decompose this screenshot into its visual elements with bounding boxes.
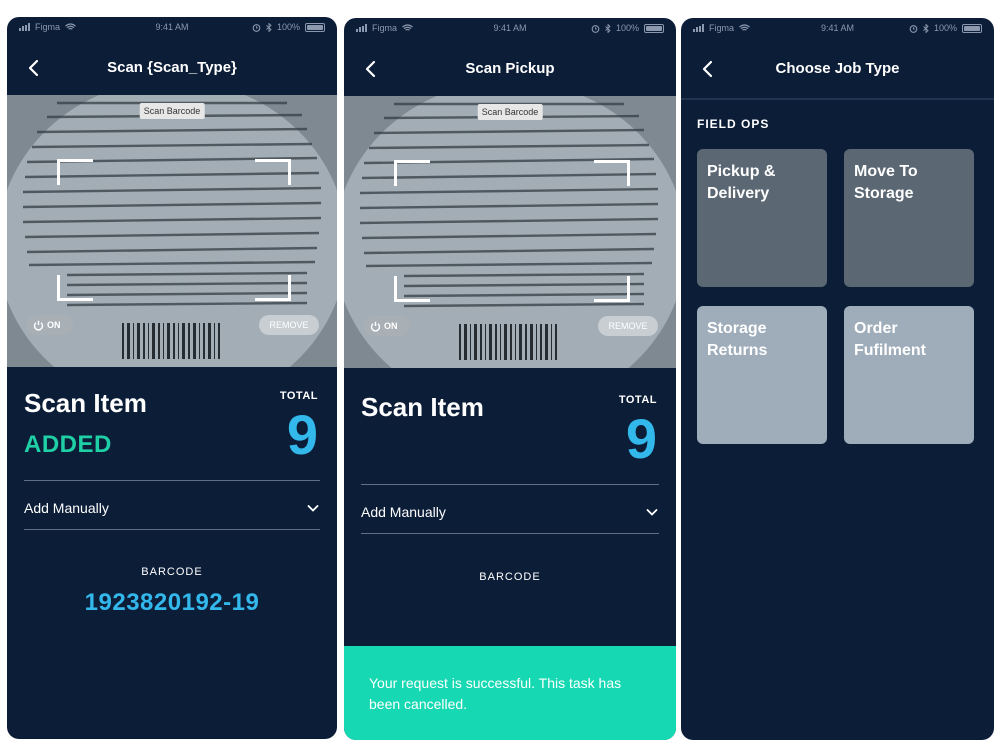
battery-percent: 100% <box>276 22 300 32</box>
battery-percent: 100% <box>933 23 957 33</box>
page-title: Scan {Scan_Type} <box>107 59 237 76</box>
tile-label-line1: Pickup & <box>707 163 776 180</box>
scan-barcode-tag: Scan Barcode <box>477 104 543 120</box>
battery-icon <box>962 23 982 33</box>
viewfinder-corner-bl <box>57 275 93 301</box>
bluetooth-icon <box>266 22 272 32</box>
nav-bar: Choose Job Type <box>681 56 994 82</box>
alarm-icon <box>252 23 261 32</box>
viewfinder-corner-tl <box>394 160 430 186</box>
tile-label-line1: Storage <box>707 320 767 337</box>
add-manually-label: Add Manually <box>24 500 109 516</box>
divider <box>24 480 320 481</box>
battery-icon <box>644 23 664 33</box>
tile-label-line2: Returns <box>707 342 768 359</box>
scan-item-title: Scan Item <box>24 388 147 418</box>
add-manually-dropdown[interactable]: Add Manually <box>361 499 659 525</box>
total-count: 9 <box>286 403 318 466</box>
remove-button[interactable]: REMOVE <box>259 315 319 335</box>
viewfinder-corner-tr <box>255 159 291 185</box>
added-status: ADDED <box>24 431 112 458</box>
camera-viewfinder[interactable]: Scan Barcode ON REMOVE <box>344 96 676 368</box>
remove-button[interactable]: REMOVE <box>598 316 658 336</box>
battery-percent: 100% <box>615 23 639 33</box>
viewfinder-corner-bl <box>394 276 430 302</box>
job-tile-storage-returns[interactable]: Storage Returns <box>697 306 827 444</box>
scan-screen-added: Figma 9:41 AM 100% Scan {Scan_Type} Scan… <box>7 17 337 739</box>
job-tile-order-fulfilment[interactable]: Order Fufilment <box>844 306 974 444</box>
page-title: Scan Pickup <box>465 60 555 77</box>
viewfinder-corner-tl <box>57 159 93 185</box>
tile-label-line2: Delivery <box>707 185 770 202</box>
power-icon <box>370 321 381 332</box>
tile-label-line1: Move To <box>854 163 918 180</box>
total-label: TOTAL <box>279 390 318 402</box>
camera-viewfinder[interactable]: Scan Barcode ON REMOVE <box>7 95 337 367</box>
status-bar: Figma 9:41 AM 100% <box>344 18 676 38</box>
viewfinder-corner-br <box>255 275 291 301</box>
viewfinder-corner-br <box>594 276 630 302</box>
scan-screen-toast: Figma 9:41 AM 100% Scan Pickup Scan Barc… <box>344 18 676 740</box>
nav-divider <box>681 98 994 100</box>
flash-toggle-label: ON <box>47 320 61 330</box>
choose-job-type-screen: Figma 9:41 AM 100% Choose Job Type FIELD… <box>681 18 994 740</box>
toast-message: Your request is successful. This task ha… <box>369 675 622 712</box>
page-title: Choose Job Type <box>775 60 900 77</box>
tile-label-line2: Storage <box>854 185 914 202</box>
nav-bar: Scan Pickup <box>344 56 676 82</box>
success-toast[interactable]: Your request is successful. This task ha… <box>344 646 676 740</box>
tile-label-line1: Order <box>854 320 898 337</box>
job-tile-move-to-storage[interactable]: Move To Storage <box>844 149 974 287</box>
total-label: TOTAL <box>618 394 657 406</box>
nav-bar: Scan {Scan_Type} <box>7 55 337 81</box>
barcode-label: BARCODE <box>141 566 203 578</box>
total-count: 9 <box>625 407 657 470</box>
add-manually-label: Add Manually <box>361 504 446 520</box>
viewfinder-corner-tr <box>594 160 630 186</box>
bluetooth-icon <box>605 23 611 33</box>
battery-icon <box>305 22 325 32</box>
section-label-field-ops: FIELD OPS <box>697 117 770 131</box>
status-bar: Figma 9:41 AM 100% <box>681 18 994 38</box>
power-icon <box>33 320 44 331</box>
divider <box>24 529 320 530</box>
barcode-value: 1923820192-19 <box>84 589 260 616</box>
flash-toggle[interactable]: ON <box>364 316 410 336</box>
divider <box>361 484 659 485</box>
alarm-icon <box>909 24 918 33</box>
flash-toggle-label: ON <box>384 321 398 331</box>
chevron-down-icon <box>646 509 658 516</box>
alarm-icon <box>591 24 600 33</box>
barcode-label: BARCODE <box>479 571 541 583</box>
add-manually-dropdown[interactable]: Add Manually <box>24 495 320 521</box>
scan-barcode-tag: Scan Barcode <box>139 103 205 119</box>
status-bar: Figma 9:41 AM 100% <box>7 17 337 37</box>
job-tile-pickup-delivery[interactable]: Pickup & Delivery <box>697 149 827 287</box>
chevron-down-icon <box>307 505 319 512</box>
scan-item-title: Scan Item <box>361 392 484 422</box>
bluetooth-icon <box>923 23 929 33</box>
flash-toggle[interactable]: ON <box>27 315 73 335</box>
divider <box>361 533 659 534</box>
tile-label-line2: Fufilment <box>854 342 926 359</box>
